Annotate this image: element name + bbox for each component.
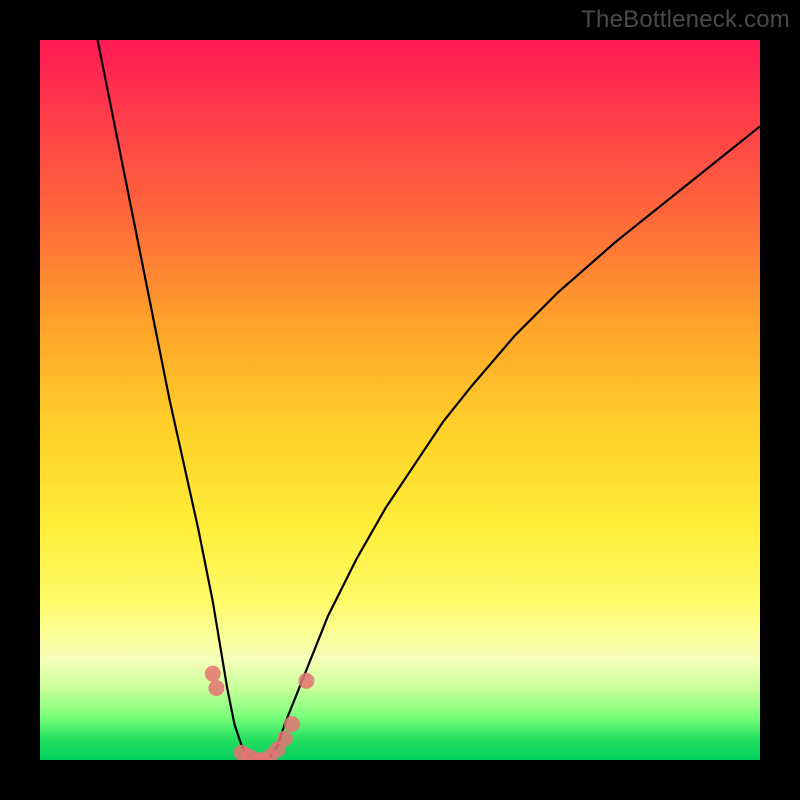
data-marker bbox=[284, 716, 300, 732]
plot-area bbox=[40, 40, 760, 760]
data-marker bbox=[208, 680, 224, 696]
bottleneck-curve bbox=[98, 40, 760, 760]
chart-frame: TheBottleneck.com bbox=[0, 0, 800, 800]
data-marker bbox=[298, 673, 314, 689]
data-marker bbox=[205, 666, 221, 682]
data-markers bbox=[205, 666, 315, 760]
watermark-label: TheBottleneck.com bbox=[581, 6, 790, 34]
curve-svg bbox=[40, 40, 760, 760]
data-marker bbox=[277, 730, 293, 746]
